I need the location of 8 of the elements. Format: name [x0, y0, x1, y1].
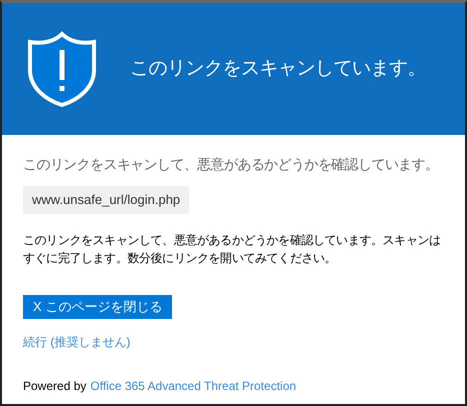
scan-heading: このリンクをスキャンして、悪意があるかどうかを確認しています。 — [23, 155, 438, 174]
scan-message: このリンクをスキャンして、悪意があるかどうかを確認しています。スキャンはすぐに完了します。数分後にリンクを開いてみてください。 — [23, 232, 442, 266]
url-display: www.unsafe_url/login.php — [23, 186, 190, 214]
continue-link[interactable]: 続行 (推奨しません) — [23, 332, 130, 350]
office-365-atp-link[interactable]: Office 365 Advanced Threat Protection — [90, 376, 296, 394]
close-page-button[interactable]: X このページを閉じる — [23, 294, 172, 318]
powered-by-label: Powered by — [23, 378, 86, 394]
header-title: このリンクをスキャンしています。 — [130, 56, 426, 81]
